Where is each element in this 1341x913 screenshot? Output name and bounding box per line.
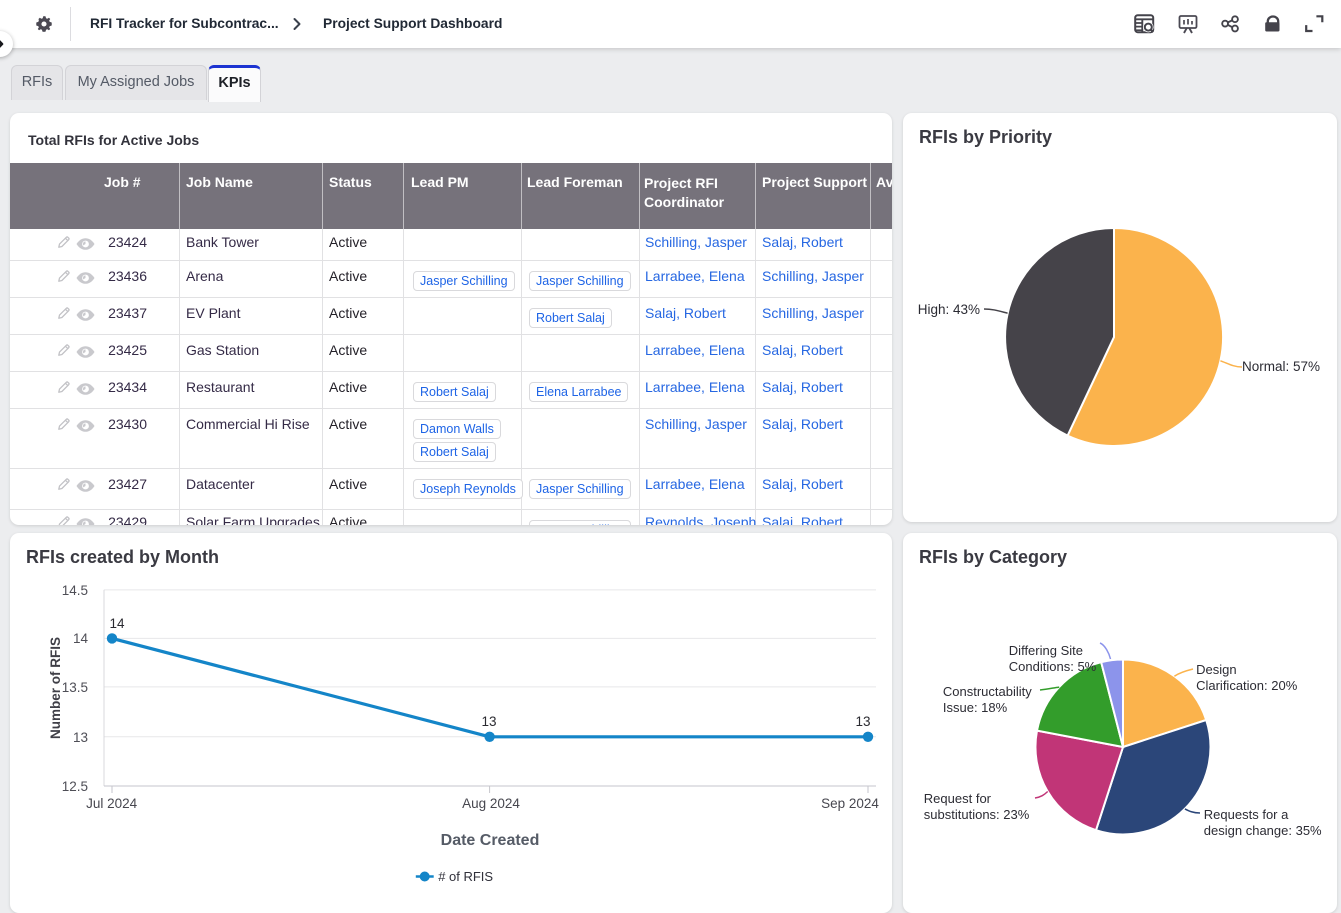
svg-text:Requests for a: Requests for a: [1204, 807, 1289, 822]
svg-text:13: 13: [481, 714, 496, 729]
svg-text:13: 13: [855, 714, 870, 729]
svg-text:Design: Design: [1196, 662, 1236, 677]
svg-text:14: 14: [73, 631, 89, 646]
svg-text:High: 43%: High: 43%: [918, 302, 980, 317]
svg-text:14: 14: [109, 616, 125, 631]
svg-text:Issue: 18%: Issue: 18%: [943, 700, 1008, 715]
svg-text:# of RFIS: # of RFIS: [438, 869, 493, 884]
svg-text:Sep 2024: Sep 2024: [821, 796, 879, 811]
svg-text:Conditions: 5%: Conditions: 5%: [1009, 659, 1097, 674]
svg-text:Number of RFIS: Number of RFIS: [48, 637, 63, 739]
svg-text:Clarification: 20%: Clarification: 20%: [1196, 678, 1298, 693]
svg-text:12.5: 12.5: [62, 779, 88, 794]
svg-text:Constructability: Constructability: [943, 684, 1032, 699]
svg-text:substitutions: 23%: substitutions: 23%: [924, 807, 1030, 822]
svg-text:design change: 35%: design change: 35%: [1204, 823, 1322, 838]
svg-text:Jul 2024: Jul 2024: [86, 796, 138, 811]
svg-text:13.5: 13.5: [62, 680, 88, 695]
svg-text:Differing Site: Differing Site: [1009, 643, 1083, 658]
svg-text:14.5: 14.5: [62, 583, 88, 598]
svg-text:Request for: Request for: [924, 791, 992, 806]
svg-text:Aug 2024: Aug 2024: [462, 796, 520, 811]
svg-text:Date Created: Date Created: [441, 832, 540, 849]
svg-text:13: 13: [73, 730, 88, 745]
svg-text:Normal: 57%: Normal: 57%: [1242, 359, 1320, 374]
